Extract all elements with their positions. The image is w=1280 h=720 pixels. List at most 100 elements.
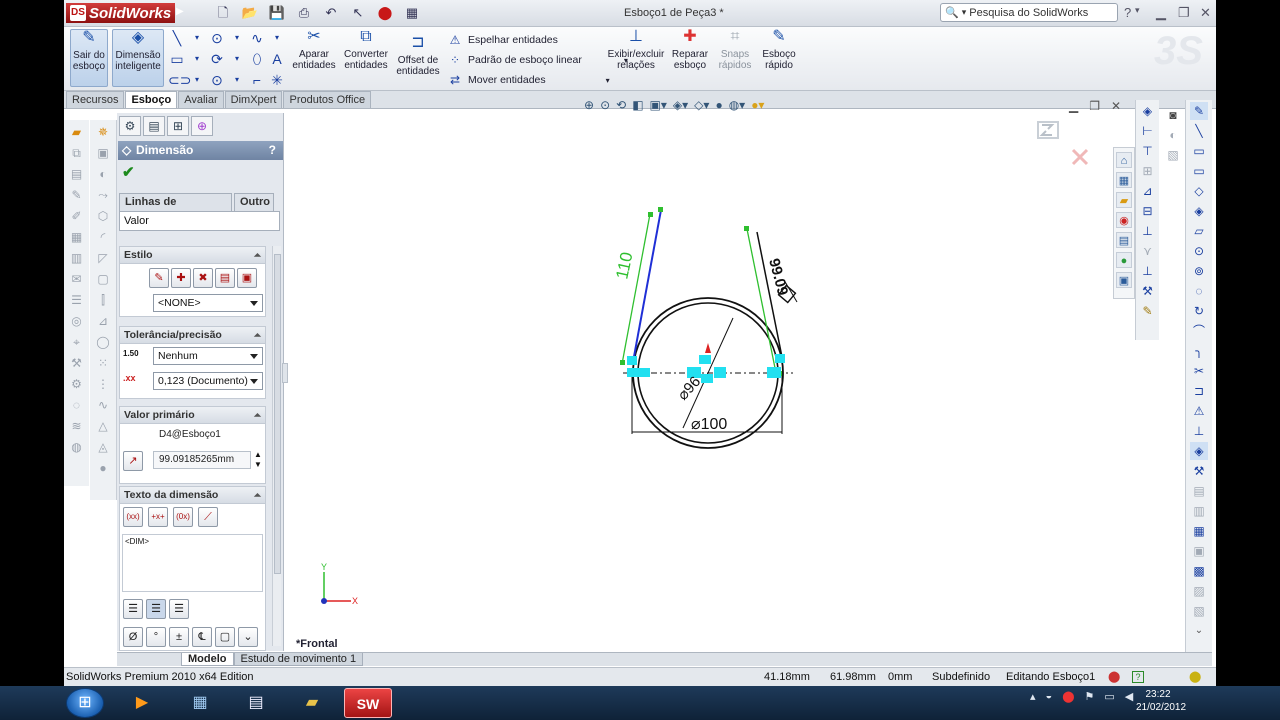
search-input[interactable]: Pesquisa do SolidWorks (969, 7, 1088, 19)
perimeter-circle-icon[interactable]: ⊚ (1190, 262, 1208, 280)
chamfer-icon[interactable]: ◸ (94, 249, 112, 267)
folder-icon[interactable]: ▰ (68, 123, 86, 141)
panel-splitter-handle[interactable] (282, 363, 288, 383)
shape-icon[interactable]: ◎ (68, 312, 86, 330)
open-folder-icon[interactable]: 📂 (241, 5, 259, 21)
extrude-icon[interactable]: ▣ (94, 144, 112, 162)
mirror-tool-icon[interactable]: ⚠ (1190, 402, 1208, 420)
diamond-tool-icon[interactable]: ◇ (1190, 182, 1208, 200)
block-save-icon[interactable]: ▧ (1190, 602, 1208, 620)
block-insert-icon[interactable]: ▩ (1190, 562, 1208, 580)
layers-icon[interactable]: ☰ (68, 291, 86, 309)
line-icon[interactable]: ╲ (168, 29, 186, 47)
circle-tool-icon[interactable]: ⊙ (1190, 242, 1208, 260)
start-button[interactable]: ⊞ (66, 688, 104, 718)
action-center-icon[interactable]: ⚑ (1085, 690, 1095, 703)
clock[interactable]: 23:22 21/02/2012 (1136, 688, 1186, 714)
antivirus-icon[interactable]: ⬤ (1062, 690, 1074, 703)
curves-icon[interactable]: ∿ (94, 396, 112, 414)
sketch-gray-icon[interactable]: ✐ (68, 207, 86, 225)
offset-text-icon[interactable]: ⟋ (198, 507, 218, 527)
display-relation-icon[interactable]: ⚒ (1190, 462, 1208, 480)
diameter-symbol-icon[interactable]: Ø (123, 627, 143, 647)
toolbar-more-icon[interactable]: ⌄ (1190, 622, 1208, 640)
dimxpert-tab-icon[interactable]: ⊕ (191, 116, 213, 136)
tab-esboco[interactable]: Esboço (125, 91, 178, 108)
feature-manager-tab-icon[interactable]: ⚙ (119, 116, 141, 136)
collapse-icon[interactable]: ⏶ (254, 407, 261, 423)
graphics-area[interactable]: 110 99.09 ⌀96 ⌀100 Y X (289, 92, 1133, 652)
dim-text-area[interactable]: <DIM> (122, 534, 263, 592)
mail-icon[interactable]: ✉ (68, 270, 86, 288)
center-dim-icon[interactable]: +x+ (148, 507, 168, 527)
rebuild-status-icon[interactable]: ⬤ (1108, 668, 1120, 686)
save-icon[interactable]: 💾 (268, 5, 286, 21)
arc-tool-icon[interactable]: ◌ (1190, 282, 1208, 300)
options-icon[interactable]: ▦ (403, 5, 421, 21)
tools-icon[interactable]: ⚒ (68, 354, 86, 372)
undo-icon[interactable]: ↶ (322, 5, 340, 21)
dimension-name-field[interactable]: D4@Esboço1 (153, 426, 263, 444)
save-style-icon[interactable]: ▤ (215, 268, 235, 288)
move-entities-button[interactable]: ⇄ Mover entidades ▾ (446, 70, 628, 90)
degree-symbol-icon[interactable]: ° (146, 627, 166, 647)
block-explode-icon[interactable]: ▨ (1190, 582, 1208, 600)
block-tool-icon[interactable]: ▣ (1190, 542, 1208, 560)
help-icon[interactable]: ? (1124, 5, 1131, 20)
tab-other[interactable]: Outro (234, 193, 274, 211)
rectangle-icon[interactable]: ▭ (168, 50, 186, 68)
collapse-icon[interactable]: ⏶ (254, 327, 261, 343)
style-select[interactable]: <NONE> (153, 294, 263, 312)
help-button[interactable]: ? (269, 141, 276, 160)
rebuild-icon[interactable]: ⬤ (376, 5, 394, 21)
camera-icon[interactable]: ◙ (1164, 106, 1182, 124)
apply-style-icon[interactable]: ✎ (149, 268, 169, 288)
linear-pattern-button[interactable]: ⁘ Padrão de esboço linear ▾ (446, 50, 628, 70)
scrollbar-thumb[interactable] (274, 254, 281, 574)
inspect-dim-icon[interactable]: (0x) (173, 507, 193, 527)
smart-dimension-button[interactable]: ◈ Dimensão inteligente (112, 29, 164, 87)
close-icon[interactable]: ✕ (1200, 5, 1211, 21)
polygon-tool-icon[interactable]: ◈ (1190, 202, 1208, 220)
save-gray-icon[interactable]: ▤ (68, 165, 86, 183)
three-point-arc-icon[interactable]: ⌒ (1190, 322, 1208, 340)
add-style-icon[interactable]: ✚ (171, 268, 191, 288)
align-right-icon[interactable]: ☰ (169, 599, 189, 619)
node-icon[interactable]: ⌖ (68, 333, 86, 351)
rib-icon[interactable]: ⫿ (94, 291, 112, 309)
revolve-icon[interactable]: ◐ (94, 165, 112, 183)
square-symbol-icon[interactable]: ▢ (215, 627, 235, 647)
ok-checkmark-icon[interactable]: ✔ (122, 163, 135, 181)
notepad-icon[interactable]: ▤ (232, 688, 280, 718)
quick-snaps-button[interactable]: ⌗ Snaps rápidos (716, 29, 754, 87)
repair-tool-icon[interactable]: ▤ (1190, 482, 1208, 500)
tab-motion-study[interactable]: Estudo de movimento 1 (233, 653, 364, 666)
tab-recursos[interactable]: Recursos (66, 91, 125, 108)
solidworks-logo[interactable]: DS SolidWorks (66, 3, 176, 23)
grid-icon[interactable]: ▦ (68, 228, 86, 246)
mirror-entities-button[interactable]: ⚠ Espelhar entidades (446, 30, 628, 50)
tolerance-group-header[interactable]: Tolerância/precisão ⏶ (119, 326, 266, 344)
dimxpert-icon[interactable]: ✎ (1139, 302, 1157, 320)
style-group-header[interactable]: Estilo ⏶ (119, 246, 266, 264)
repair-sketch-button[interactable]: ✚ Reparar esboço (668, 29, 712, 87)
baseline-dim-icon[interactable]: ⊞ (1139, 162, 1157, 180)
render-icon[interactable]: ◐ (1164, 126, 1182, 144)
plusminus-symbol-icon[interactable]: ± (169, 627, 189, 647)
edit-icon[interactable]: ✎ (68, 186, 86, 204)
search-box[interactable]: 🔍 ▾ Pesquisa do SolidWorks (940, 3, 1118, 22)
fully-define-icon[interactable]: ⚒ (1139, 282, 1157, 300)
reverse-direction-icon[interactable]: ↗ (123, 451, 143, 471)
tab-value[interactable]: Valor (119, 211, 280, 231)
precision-select[interactable]: 0,123 (Documento) (153, 372, 263, 390)
dimension-value-field[interactable]: 99.09185265mm (153, 451, 251, 469)
refgeom-icon[interactable]: △ (94, 417, 112, 435)
appearances-icon[interactable]: ● (1116, 252, 1132, 268)
custom-properties-icon[interactable]: ▣ (1116, 272, 1132, 288)
mirror2-icon[interactable]: ⋮ (94, 375, 112, 393)
rectangle-tool-icon[interactable]: ▭ (1190, 142, 1208, 160)
rapid-tool-icon[interactable]: ▦ (1190, 522, 1208, 540)
fillet2-icon[interactable]: ◜ (94, 228, 112, 246)
rapid-sketch-button[interactable]: ✎ Esboço rápido (758, 29, 800, 87)
select-cursor-icon[interactable]: ↖ (349, 5, 367, 21)
